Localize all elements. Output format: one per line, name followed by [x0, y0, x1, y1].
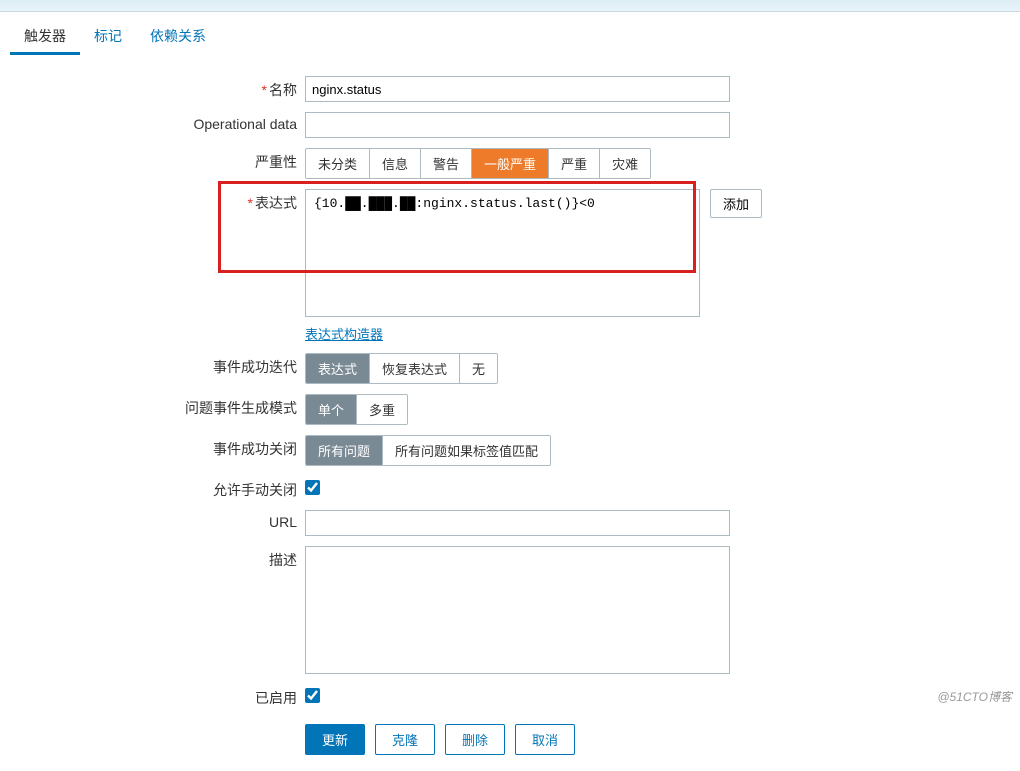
severity-disaster[interactable]: 灾难: [600, 149, 650, 178]
label-enabled: 已启用: [0, 684, 305, 708]
expression-builder-link[interactable]: 表达式构造器: [305, 324, 383, 343]
add-button[interactable]: 添加: [710, 189, 762, 218]
opdata-input[interactable]: [305, 112, 730, 138]
label-expression: *表达式: [0, 189, 305, 213]
label-name: *名称: [0, 76, 305, 100]
problem-mode-group: 单个 多重: [305, 394, 408, 425]
tab-dependencies[interactable]: 依赖关系: [136, 20, 220, 55]
label-ok-event: 事件成功迭代: [0, 353, 305, 377]
manual-close-checkbox[interactable]: [305, 480, 320, 495]
severity-info[interactable]: 信息: [370, 149, 421, 178]
ok-event-expression[interactable]: 表达式: [306, 354, 370, 383]
ok-close-group: 所有问题 所有问题如果标签值匹配: [305, 435, 551, 466]
problem-mode-single[interactable]: 单个: [306, 395, 357, 424]
severity-average[interactable]: 一般严重: [472, 149, 549, 178]
watermark: @51CTO博客: [937, 688, 1012, 705]
ok-close-all[interactable]: 所有问题: [306, 436, 383, 465]
ok-event-none[interactable]: 无: [460, 354, 497, 383]
ok-event-group: 表达式 恢复表达式 无: [305, 353, 498, 384]
label-manual-close: 允许手动关闭: [0, 476, 305, 500]
trigger-form: *名称 Operational data 严重性 未分类 信息 警告 一般严重 …: [0, 56, 1020, 771]
severity-group: 未分类 信息 警告 一般严重 严重 灾难: [305, 148, 651, 179]
problem-mode-multiple[interactable]: 多重: [357, 395, 407, 424]
ok-close-tagmatch[interactable]: 所有问题如果标签值匹配: [383, 436, 550, 465]
severity-high[interactable]: 严重: [549, 149, 600, 178]
url-input[interactable]: [305, 510, 730, 536]
label-url: URL: [0, 510, 305, 530]
label-description: 描述: [0, 546, 305, 570]
description-input[interactable]: [305, 546, 730, 674]
name-input[interactable]: [305, 76, 730, 102]
delete-button[interactable]: 删除: [445, 724, 505, 755]
enabled-checkbox[interactable]: [305, 688, 320, 703]
update-button[interactable]: 更新: [305, 724, 365, 755]
expression-input[interactable]: [305, 189, 700, 317]
ok-event-recovery[interactable]: 恢复表达式: [370, 354, 460, 383]
label-ok-close: 事件成功关闭: [0, 435, 305, 459]
tab-trigger[interactable]: 触发器: [10, 20, 80, 55]
severity-warning[interactable]: 警告: [421, 149, 472, 178]
label-problem-mode: 问题事件生成模式: [0, 394, 305, 418]
top-bar: [0, 0, 1020, 12]
cancel-button[interactable]: 取消: [515, 724, 575, 755]
tab-bar: 触发器 标记 依赖关系: [0, 12, 1020, 56]
tab-tags[interactable]: 标记: [80, 20, 136, 55]
label-severity: 严重性: [0, 148, 305, 172]
label-opdata: Operational data: [0, 112, 305, 132]
severity-unclassified[interactable]: 未分类: [306, 149, 370, 178]
action-bar: 更新 克隆 删除 取消: [305, 718, 1020, 761]
clone-button[interactable]: 克隆: [375, 724, 435, 755]
